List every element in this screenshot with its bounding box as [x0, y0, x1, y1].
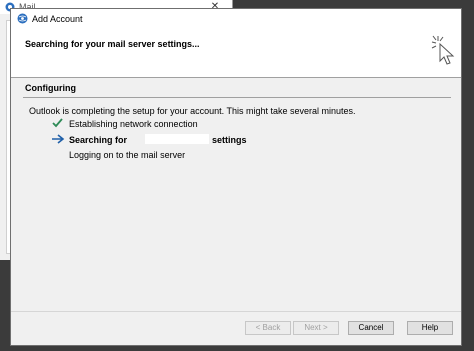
footer-divider [11, 311, 461, 312]
header-divider [11, 77, 461, 78]
dialog-header: Searching for your mail server settings.… [11, 29, 461, 77]
wizard-cursor-icon [431, 35, 455, 65]
cancel-button[interactable]: Cancel [348, 321, 394, 335]
checkmark-icon [52, 118, 63, 128]
outlook-globe-icon [17, 13, 28, 24]
step-establishing-connection: Establishing network connection [69, 119, 198, 129]
section-divider [23, 97, 451, 98]
header-title: Searching for your mail server settings.… [25, 39, 200, 49]
dialog-title: Add Account [32, 14, 83, 24]
step-logging-on: Logging on to the mail server [69, 150, 186, 160]
arrow-right-icon [52, 134, 65, 144]
section-title: Configuring [25, 83, 76, 93]
add-account-dialog: Add Account Searching for your mail serv… [10, 8, 462, 346]
back-button[interactable]: < Back [245, 321, 291, 335]
status-message: Outlook is completing the setup for your… [29, 106, 356, 116]
help-button[interactable]: Help [407, 321, 453, 335]
dialog-titlebar[interactable]: Add Account [11, 9, 461, 29]
step-searching-suffix: settings [212, 135, 247, 145]
step-searching-label: Searching for [69, 135, 128, 145]
next-button[interactable]: Next > [293, 321, 339, 335]
redacted-domain [145, 134, 209, 144]
